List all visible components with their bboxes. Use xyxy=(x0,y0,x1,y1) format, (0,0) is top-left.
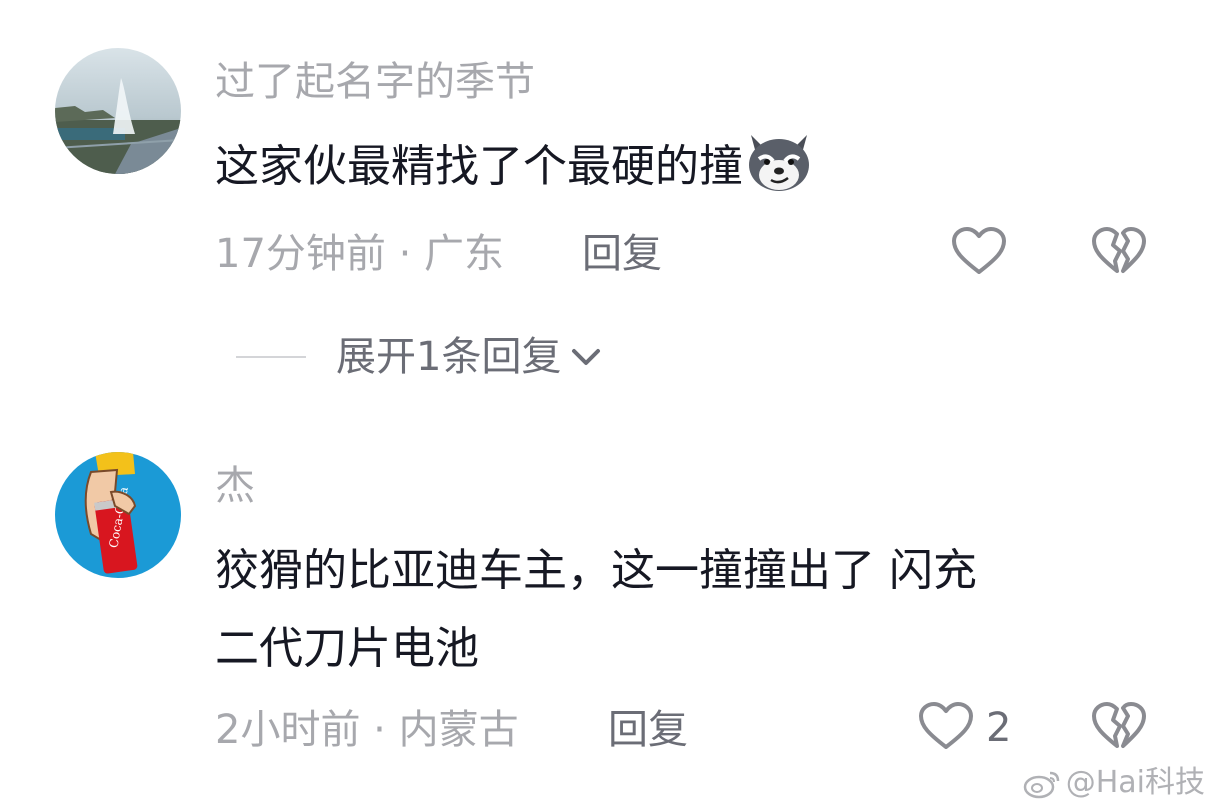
watermark-text: @Hai科技 xyxy=(1065,765,1205,800)
dislike-button[interactable] xyxy=(1090,700,1148,752)
chevron-down-icon xyxy=(572,349,601,365)
like-button[interactable] xyxy=(917,700,975,752)
comment-text-line: 狡猾的比亚迪车主，这一撞撞出了 闪充 xyxy=(215,545,977,596)
comment-text-body: 这家伙最精找了个最硬的撞 xyxy=(215,141,743,192)
weibo-icon xyxy=(1023,771,1059,799)
comment-meta: 17分钟前 · 广东 xyxy=(215,231,505,277)
comment-username[interactable]: 过了起名字的季节 xyxy=(215,58,535,106)
expand-replies-button[interactable]: 展开1条回复 xyxy=(236,332,603,382)
heart-outline-icon xyxy=(952,227,1006,274)
comment-text: 狡猾的比亚迪车主，这一撞撞出了 闪充 二代刀片电池 xyxy=(215,532,1135,688)
divider xyxy=(236,356,306,358)
expand-replies-label: 展开1条回复 xyxy=(336,334,562,380)
reply-button[interactable]: 回复 xyxy=(608,706,688,754)
avatar[interactable] xyxy=(55,48,181,174)
reply-button[interactable]: 回复 xyxy=(582,230,662,278)
like-count: 2 xyxy=(986,705,1012,751)
avatar[interactable]: Coca-Cola xyxy=(55,452,181,578)
comment-text-line: 二代刀片电池 xyxy=(215,623,479,674)
broken-heart-icon xyxy=(1092,227,1146,273)
like-button[interactable] xyxy=(950,225,1008,277)
dislike-button[interactable] xyxy=(1090,225,1148,277)
heart-outline-icon xyxy=(919,702,973,749)
dog-smirk-emoji-icon xyxy=(743,129,815,195)
watermark: @Hai科技 xyxy=(1022,765,1205,801)
comment-meta: 2小时前 · 内蒙古 xyxy=(215,707,519,753)
comment-text: 这家伙最精找了个最硬的撞 xyxy=(215,128,1135,206)
broken-heart-icon xyxy=(1092,702,1146,748)
comment-username[interactable]: 杰 xyxy=(215,462,255,510)
